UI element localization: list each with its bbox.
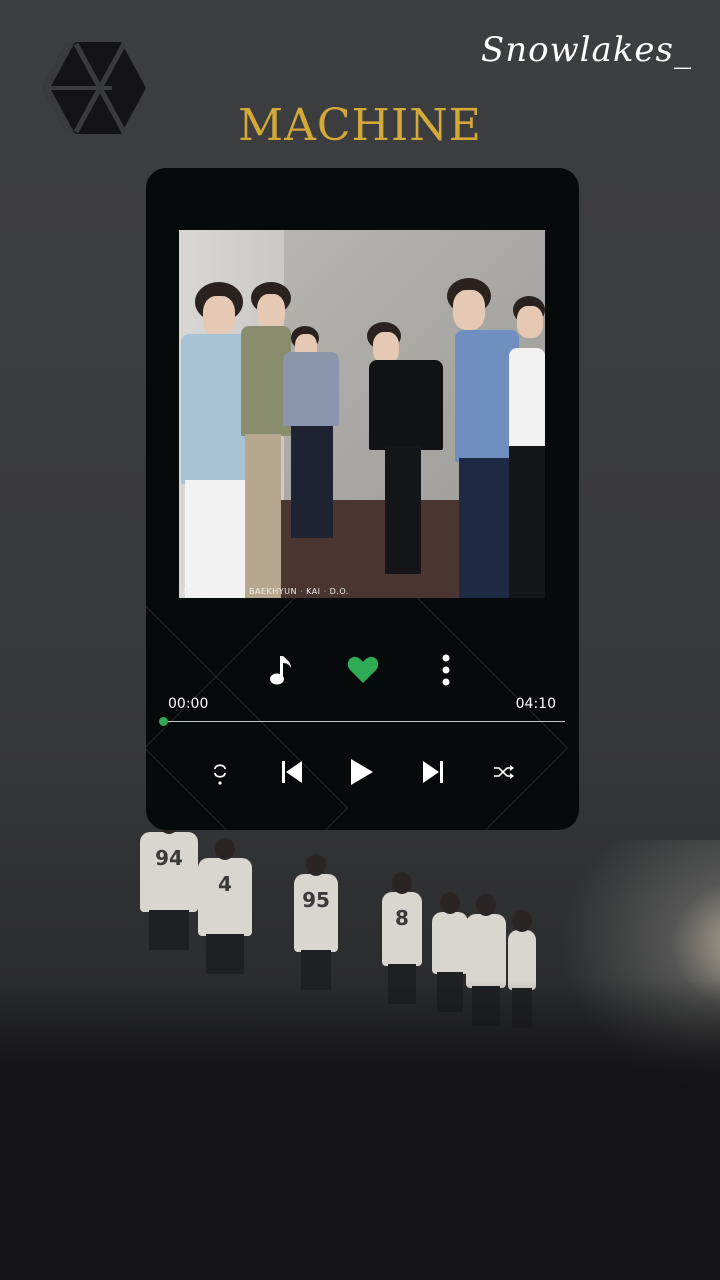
crowd-silhouette [0,980,720,1280]
repeat-icon[interactable] [210,758,230,786]
progress-bar[interactable] [159,717,565,726]
signature: Snowlakes_ [480,30,692,70]
performer [466,894,506,1026]
album-art: XOL · SEHUN · BAEKHYUN · KAI · D.O. [179,230,545,598]
shuffle-icon[interactable] [493,764,515,780]
play-icon[interactable] [350,758,374,786]
transport-controls [146,756,579,792]
progress-track [163,721,565,722]
performer: 95 [294,854,338,990]
album-caption: XOL · SEHUN · BAEKHYUN · KAI · D.O. [183,587,349,596]
progress-knob[interactable] [159,717,168,726]
total-time: 04:10 [515,696,556,712]
heart-icon[interactable] [347,656,379,684]
music-player-card: XOL · SEHUN · BAEKHYUN · KAI · D.O. 00:0… [146,168,579,830]
performer [432,892,468,1012]
music-note-icon[interactable] [267,654,293,686]
skip-next-icon[interactable] [422,760,444,784]
more-vertical-icon[interactable] [441,654,451,686]
concert-photo: 94 4 95 8 [0,820,720,1280]
skip-previous-icon[interactable] [281,760,303,784]
performer: 94 [140,820,198,950]
action-row [146,648,579,692]
performer: 8 [382,872,422,1004]
current-time: 00:00 [168,696,209,712]
performer: 4 [198,838,252,974]
song-title: MACHINE [238,100,482,151]
